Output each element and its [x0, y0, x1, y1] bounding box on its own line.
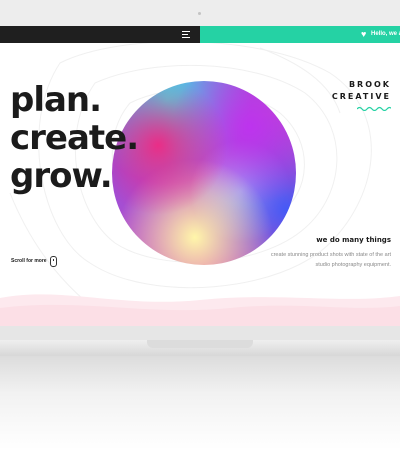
pink-wave-decoration	[0, 294, 400, 326]
tagline-text: create stunning product shots with state…	[270, 252, 391, 268]
headline-line-plan: plan.	[10, 80, 102, 120]
hamburger-menu-icon[interactable]	[182, 31, 190, 38]
brand-line-1: BROOK	[348, 80, 391, 89]
top-bar-accent: ♥ Hello, we ar	[200, 26, 400, 43]
brand-logo[interactable]: BROOK CREATIVE	[332, 79, 391, 103]
ticker-text: Hello, we ar	[371, 31, 400, 37]
heart-icon: ♥	[361, 29, 367, 39]
gradient-orb	[112, 81, 296, 265]
mouse-icon[interactable]	[50, 256, 57, 267]
tagline-title: we do many things	[316, 236, 391, 244]
camera-dot	[198, 12, 201, 15]
headline-line-create: create.	[10, 118, 139, 158]
scroll-for-more-label[interactable]: Scroll for more	[11, 258, 47, 264]
laptop-notch	[147, 340, 253, 348]
laptop-shadow	[0, 356, 400, 450]
laptop-screen: ♥ Hello, we ar plan. create. grow. BROOK…	[0, 26, 400, 326]
headline-line-grow: grow.	[10, 156, 113, 196]
brand-line-2: CREATIVE	[331, 92, 391, 101]
hero-headline: plan. create. grow.	[10, 80, 139, 196]
wave-underline-icon	[357, 106, 391, 111]
laptop-bezel-top	[0, 0, 400, 26]
top-bar-dark	[0, 26, 200, 43]
